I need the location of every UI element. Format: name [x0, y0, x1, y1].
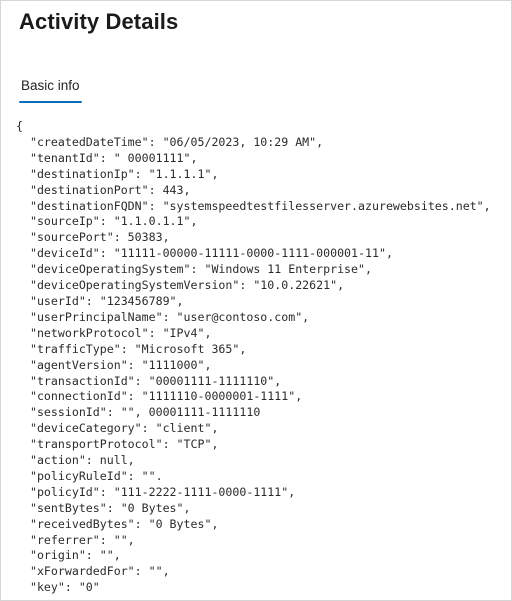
json-line: "sentBytes": "0 Bytes",	[16, 500, 191, 515]
tab-strip: Basic info	[19, 77, 82, 103]
json-line: "transactionId": "00001111-1111110",	[16, 373, 282, 388]
json-line: "deviceId": "11111-00000-11111-0000-1111…	[16, 246, 393, 261]
page-title: Activity Details	[19, 9, 179, 34]
json-details-viewer[interactable]: { "createdDateTime": "06/05/2023, 10:29 …	[16, 119, 509, 596]
json-line: "createdDateTime": "06/05/2023, 10:29 AM…	[16, 134, 324, 149]
json-line: "agentVersion": "1111000",	[16, 357, 212, 372]
json-line: "referrer": "",	[16, 532, 135, 547]
json-line: "networkProtocol": "IPv4",	[16, 325, 212, 340]
json-line: "destinationPort": 443,	[16, 182, 191, 197]
json-line: "sessionId": "", 00001111-1111110	[16, 405, 261, 420]
json-line: "trafficType": "Microsoft 365",	[16, 341, 247, 356]
json-line: "origin": "",	[16, 548, 121, 563]
json-line: "xForwardedFor": "",	[16, 564, 170, 579]
json-line: "action": null,	[16, 453, 135, 468]
json-line: "tenantId": " 00001111",	[16, 150, 198, 165]
json-line: "policyRuleId": "".	[16, 468, 163, 483]
json-line: "destinationIp": "1.1.1.1",	[16, 166, 219, 181]
json-line: "userPrincipalName": "user@contoso.com",	[16, 309, 310, 324]
json-line: "transportProtocol": "TCP",	[16, 437, 219, 452]
tab-basic-info-label: Basic info	[21, 78, 80, 93]
json-line: "deviceOperatingSystem": "Windows 11 Ent…	[16, 262, 372, 277]
json-line: "connectionId": "1111110-0000001-1111",	[16, 389, 303, 404]
json-line: "receivedBytes": "0 Bytes",	[16, 516, 219, 531]
json-line: "userId": "123456789",	[16, 293, 184, 308]
json-line: "key": "0"	[16, 580, 100, 595]
tab-active-indicator	[19, 101, 82, 103]
json-line: "sourcePort": 50383,	[16, 230, 170, 245]
json-line: "destinationFQDN": "systemspeedtestfiles…	[16, 198, 491, 213]
json-line: "policyId": "111-2222-1111-0000-1111",	[16, 484, 296, 499]
json-line: "deviceOperatingSystemVersion": "10.0.22…	[16, 278, 345, 293]
activity-details-panel: Activity Details Basic info { "createdDa…	[0, 0, 512, 601]
json-line: {	[16, 119, 23, 133]
json-line: "deviceCategory": "client",	[16, 421, 219, 436]
json-line: "sourceIp": "1.1.0.1.1",	[16, 214, 198, 229]
tab-basic-info[interactable]: Basic info	[19, 77, 82, 103]
